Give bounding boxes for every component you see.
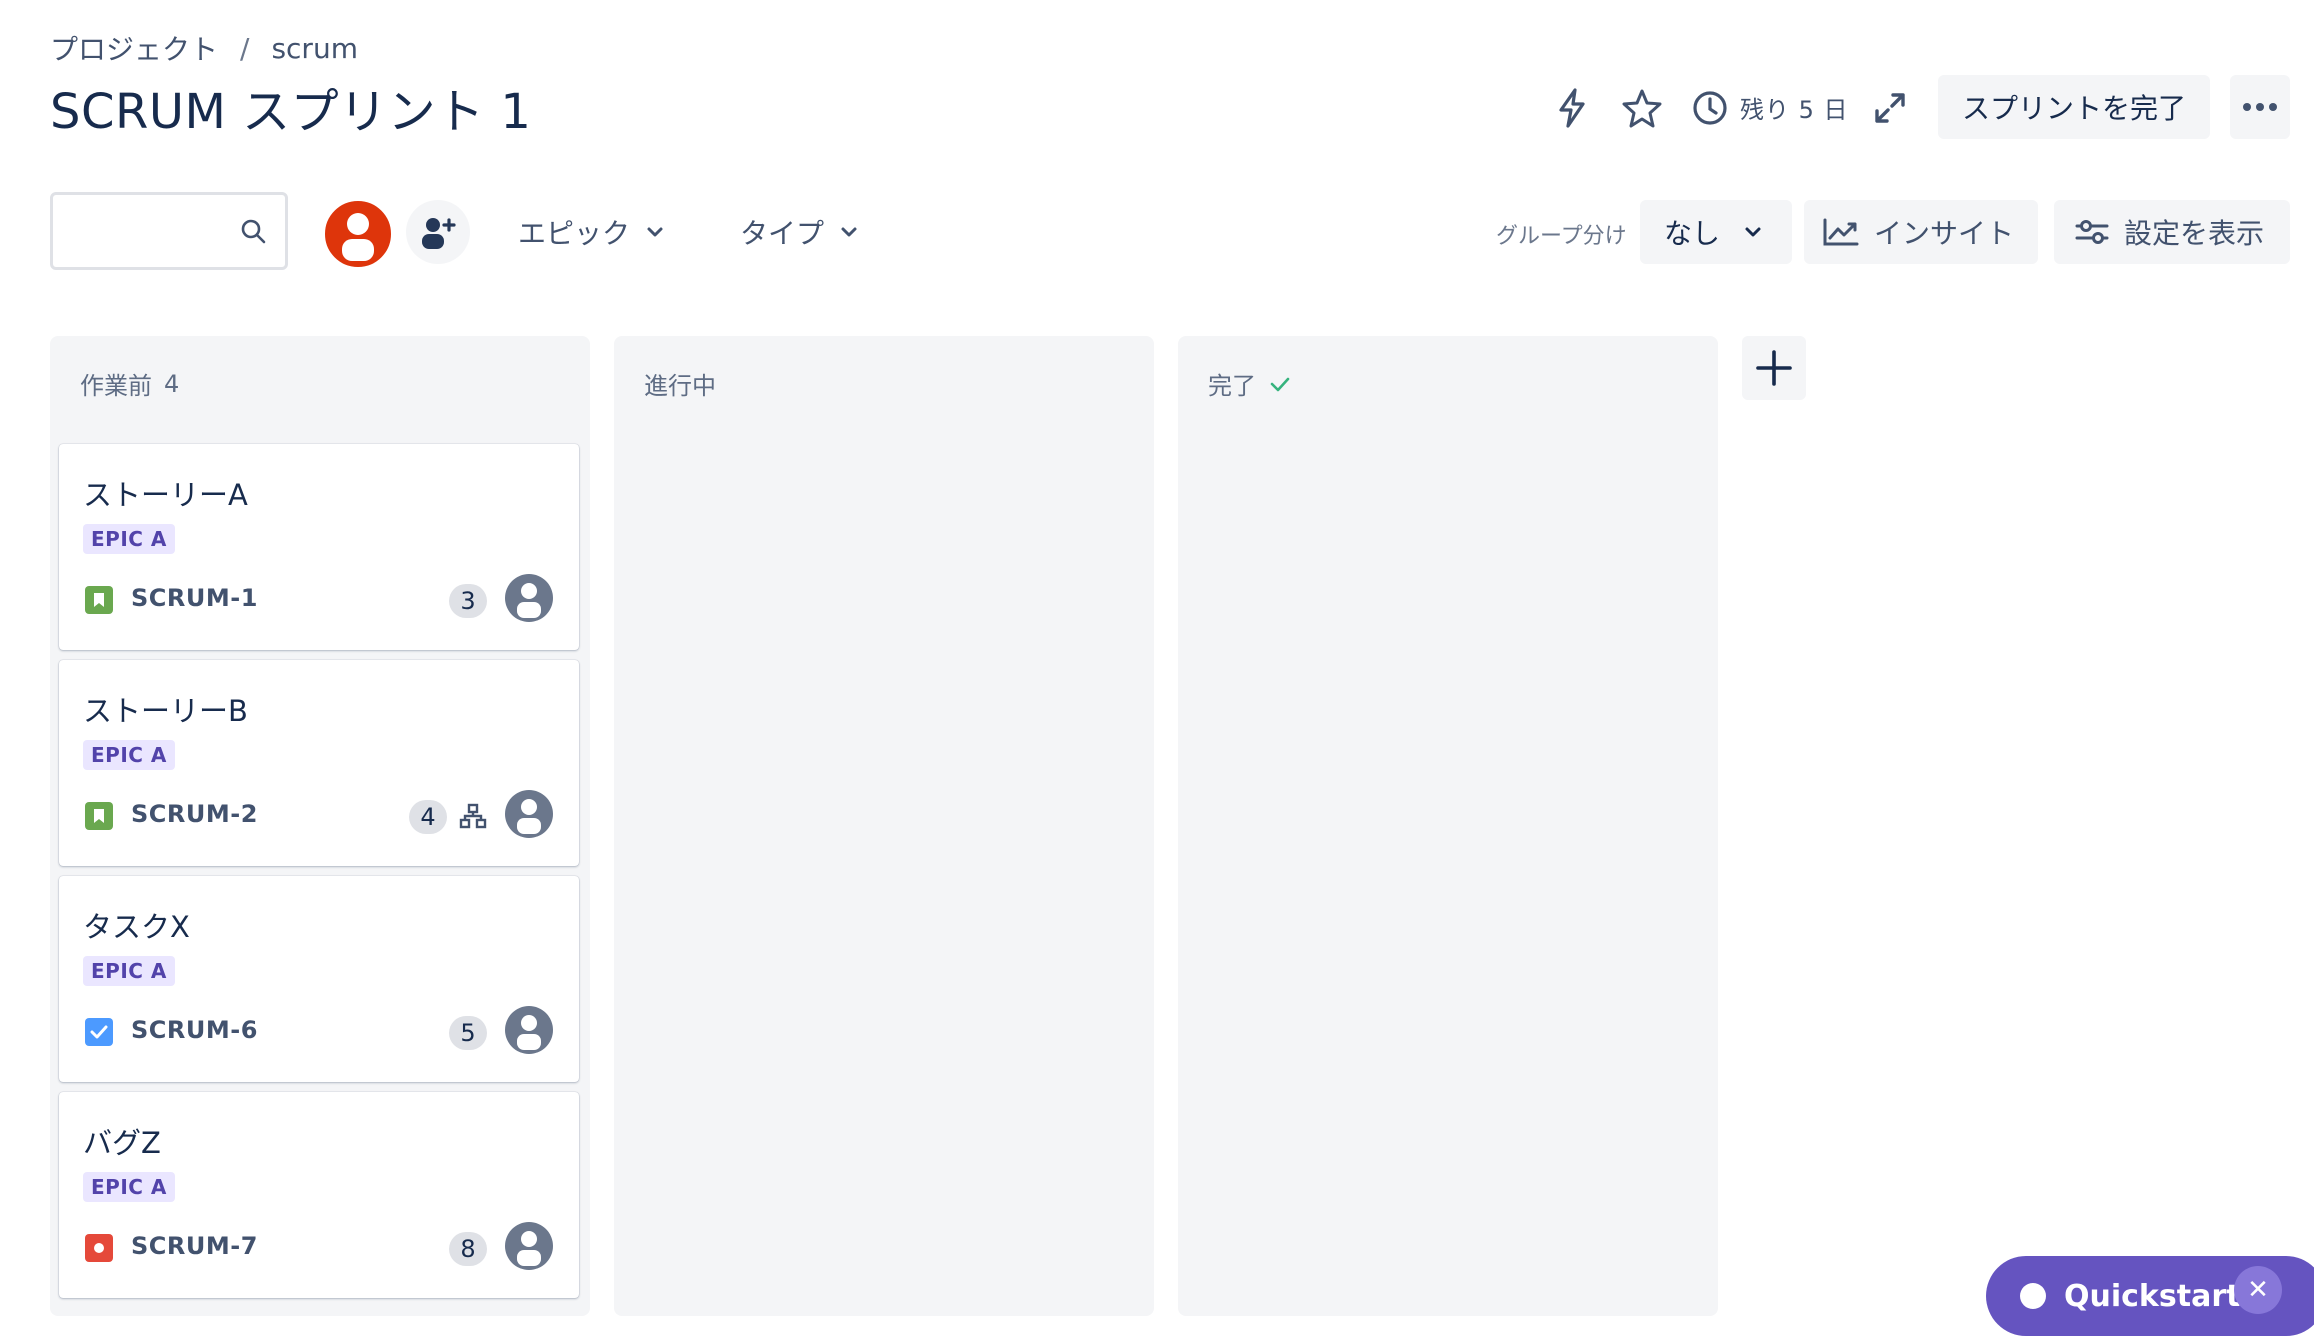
quickstart-icon [2020,1283,2046,1309]
assignee-avatar[interactable] [505,574,553,622]
chart-trend-icon [1823,218,1859,246]
column-title: 進行中 [644,372,716,400]
breadcrumb-projects-link[interactable]: プロジェクト [50,28,218,68]
view-settings-label: 設定を表示 [2124,217,2265,250]
unassigned-user-icon [517,1015,541,1050]
story-points-badge: 4 [409,800,447,834]
bug-type-icon [85,1234,113,1262]
column-header: 完了 [1208,366,1292,401]
issue-key[interactable]: SCRUM-7 [131,1232,258,1260]
epic-badge: EPIC A [83,740,175,770]
group-by-value: なし [1664,217,1721,250]
insights-label: インサイト [1874,217,2015,250]
board-column-done: 完了 [1178,336,1718,1316]
view-settings-button[interactable]: 設定を表示 [2054,200,2290,264]
epic-badge: EPIC A [83,524,175,554]
settings-sliders-icon [2075,220,2109,244]
column-issue-count: 4 [164,369,180,398]
automation-bolt-icon[interactable] [1550,84,1594,132]
unassigned-user-icon [517,583,541,618]
chevron-down-icon [841,227,857,237]
issue-key[interactable]: SCRUM-1 [131,584,258,612]
quickstart-label: Quickstart [2064,1278,2241,1314]
issue-card[interactable]: ストーリーB EPIC A SCRUM-2 4 [59,660,579,866]
breadcrumb-separator: / [240,31,250,65]
search-icon [239,217,267,249]
add-person-button[interactable] [406,200,470,264]
issue-card[interactable]: ストーリーA EPIC A SCRUM-1 3 [59,444,579,650]
chevron-down-icon [647,227,663,237]
epic-filter-label: エピック [518,217,631,250]
issue-key[interactable]: SCRUM-2 [131,800,258,828]
issue-card[interactable]: バグZ EPIC A SCRUM-7 8 [59,1092,579,1298]
chevron-down-icon [1745,227,1761,237]
plus-icon [1756,350,1792,386]
unassigned-user-icon [517,799,541,834]
story-type-icon [85,802,113,830]
epic-badge: EPIC A [83,1172,175,1202]
story-points-badge: 5 [449,1016,487,1050]
task-type-icon [85,1018,113,1046]
group-by-select[interactable]: なし [1640,200,1792,264]
story-points-badge: 3 [449,584,487,618]
epic-badge: EPIC A [83,956,175,986]
insights-button[interactable]: インサイト [1804,200,2038,264]
complete-sprint-button[interactable]: スプリントを完了 [1938,75,2210,139]
epic-filter-dropdown[interactable]: エピック [518,212,666,252]
more-actions-button[interactable] [2230,75,2290,139]
breadcrumb: プロジェクト / scrum [50,28,358,68]
column-header: 作業前 4 [80,366,179,401]
fullscreen-expand-icon[interactable] [1870,88,1910,128]
more-dots-icon [2243,103,2277,111]
story-type-icon [85,586,113,614]
column-header: 進行中 [644,366,716,401]
unassigned-user-icon [517,1231,541,1266]
user-avatar-icon [342,213,374,261]
issue-summary: ストーリーA [83,478,248,512]
sprint-remaining-days: 残り 5 日 [1740,96,1849,124]
type-filter-dropdown[interactable]: タイプ [740,212,860,252]
page-title: SCRUM スプリント 1 [50,84,532,140]
group-by-label: グループ分け [1496,224,1627,249]
issue-summary: タスクX [83,910,190,944]
type-filter-label: タイプ [740,217,825,250]
board-column-todo: 作業前 4 ストーリーA EPIC A SCRUM-1 3 ストーリーB EPI… [50,336,590,1316]
checkmark-icon [1270,377,1290,391]
column-title: 完了 [1208,372,1256,400]
board-column-in-progress: 進行中 [614,336,1154,1316]
issue-key[interactable]: SCRUM-6 [131,1016,258,1044]
issue-summary: ストーリーB [83,694,248,728]
assignee-avatar[interactable] [505,790,553,838]
breadcrumb-project-link[interactable]: scrum [271,32,358,65]
issue-summary: バグZ [83,1126,161,1160]
assignee-avatar[interactable] [505,1006,553,1054]
quickstart-close-icon[interactable]: ✕ [2234,1266,2282,1314]
issue-card[interactable]: タスクX EPIC A SCRUM-6 5 [59,876,579,1082]
subtasks-hierarchy-icon [459,802,487,830]
avatar-filter-current-user[interactable] [322,198,394,270]
add-person-icon [422,218,456,249]
star-icon[interactable] [1618,84,1666,132]
quickstart-button[interactable]: Quickstart ✕ [1986,1256,2314,1336]
column-title: 作業前 [80,372,152,400]
story-points-badge: 8 [449,1232,487,1266]
assignee-avatar[interactable] [505,1222,553,1270]
clock-icon [1690,88,1730,128]
add-column-button[interactable] [1742,336,1806,400]
search-input[interactable] [50,192,288,270]
